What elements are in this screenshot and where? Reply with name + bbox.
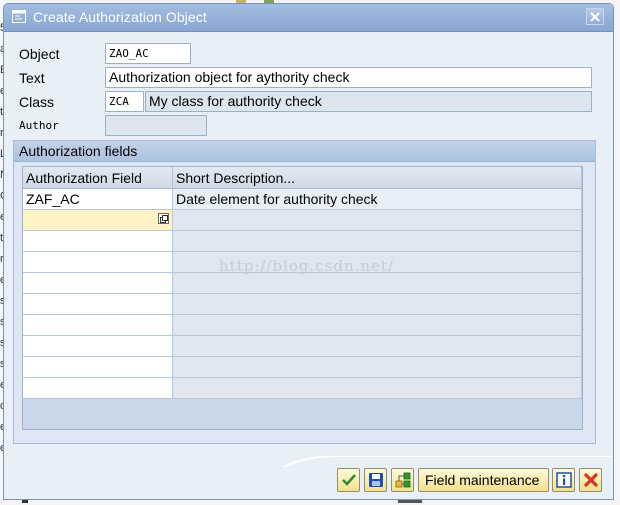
column-header-authorization-field[interactable]: Authorization Field — [23, 167, 173, 189]
group-title: Authorization fields — [19, 143, 138, 159]
authorization-field-cell[interactable] — [23, 378, 173, 399]
dialog-window-icon — [12, 10, 26, 23]
authorization-field-cell[interactable] — [23, 357, 173, 378]
authorization-field-cell[interactable] — [23, 294, 173, 315]
object-label: Object — [19, 46, 60, 62]
close-icon — [590, 12, 600, 22]
watermark-text: http://blog.csdn.net/ — [219, 257, 395, 275]
group-header: Authorization fields — [14, 141, 595, 162]
info-button[interactable] — [552, 468, 575, 492]
cancel-button[interactable] — [579, 468, 602, 492]
authorization-fields-group: Authorization fields Authorization Field… — [13, 140, 596, 444]
authorization-fields-table: Authorization Field Short Description...… — [22, 166, 583, 430]
class-label: Class — [19, 94, 55, 110]
class-input[interactable]: ZCA — [105, 91, 144, 112]
authorization-field-cell[interactable]: ZAF_AC — [23, 189, 173, 210]
field-maintenance-button[interactable]: Field maintenance — [418, 468, 549, 492]
short-description-cell — [173, 378, 582, 399]
object-input[interactable]: ZAO_AC — [105, 43, 191, 64]
background-app-glyph — [398, 500, 422, 503]
short-description-cell — [173, 315, 582, 336]
hierarchy-icon — [395, 472, 411, 488]
short-description-cell — [173, 294, 582, 315]
create-authorization-object-dialog: Create Authorization Object Object ZAO_A… — [3, 3, 614, 500]
authorization-field-cell[interactable] — [23, 315, 173, 336]
save-icon — [369, 473, 383, 487]
field-maintenance-label: Field maintenance — [425, 472, 540, 488]
save-button[interactable] — [364, 468, 387, 492]
short-description-cell — [173, 357, 582, 378]
short-description-cell — [173, 273, 582, 294]
text-label: Text — [19, 70, 45, 86]
short-description-cell — [173, 231, 582, 252]
value-help-icon[interactable] — [158, 213, 169, 224]
short-description-cell: Date element for authority check — [173, 189, 582, 210]
class-description: My class for authority check — [145, 91, 592, 112]
footer-divider — [284, 456, 613, 468]
info-icon — [556, 472, 572, 488]
confirm-button[interactable] — [337, 468, 360, 492]
text-input[interactable]: Authorization object for aythority check — [105, 67, 592, 88]
dialog-titlebar[interactable]: Create Authorization Object — [4, 4, 613, 32]
authorization-field-input-active[interactable] — [23, 210, 173, 231]
background-app-glyph — [22, 500, 28, 503]
cancel-icon — [583, 472, 599, 488]
authorization-field-cell[interactable] — [23, 273, 173, 294]
author-field — [105, 115, 207, 136]
short-description-cell — [173, 336, 582, 357]
authorization-field-cell[interactable] — [23, 252, 173, 273]
hierarchy-button[interactable] — [391, 468, 414, 492]
dialog-title: Create Authorization Object — [33, 9, 207, 25]
close-button[interactable] — [586, 8, 604, 25]
check-icon — [342, 474, 356, 486]
short-description-cell — [173, 210, 582, 231]
authorization-field-cell[interactable] — [23, 231, 173, 252]
author-label: Author — [19, 119, 59, 132]
authorization-field-cell[interactable] — [23, 336, 173, 357]
column-header-short-description[interactable]: Short Description... — [173, 167, 582, 189]
